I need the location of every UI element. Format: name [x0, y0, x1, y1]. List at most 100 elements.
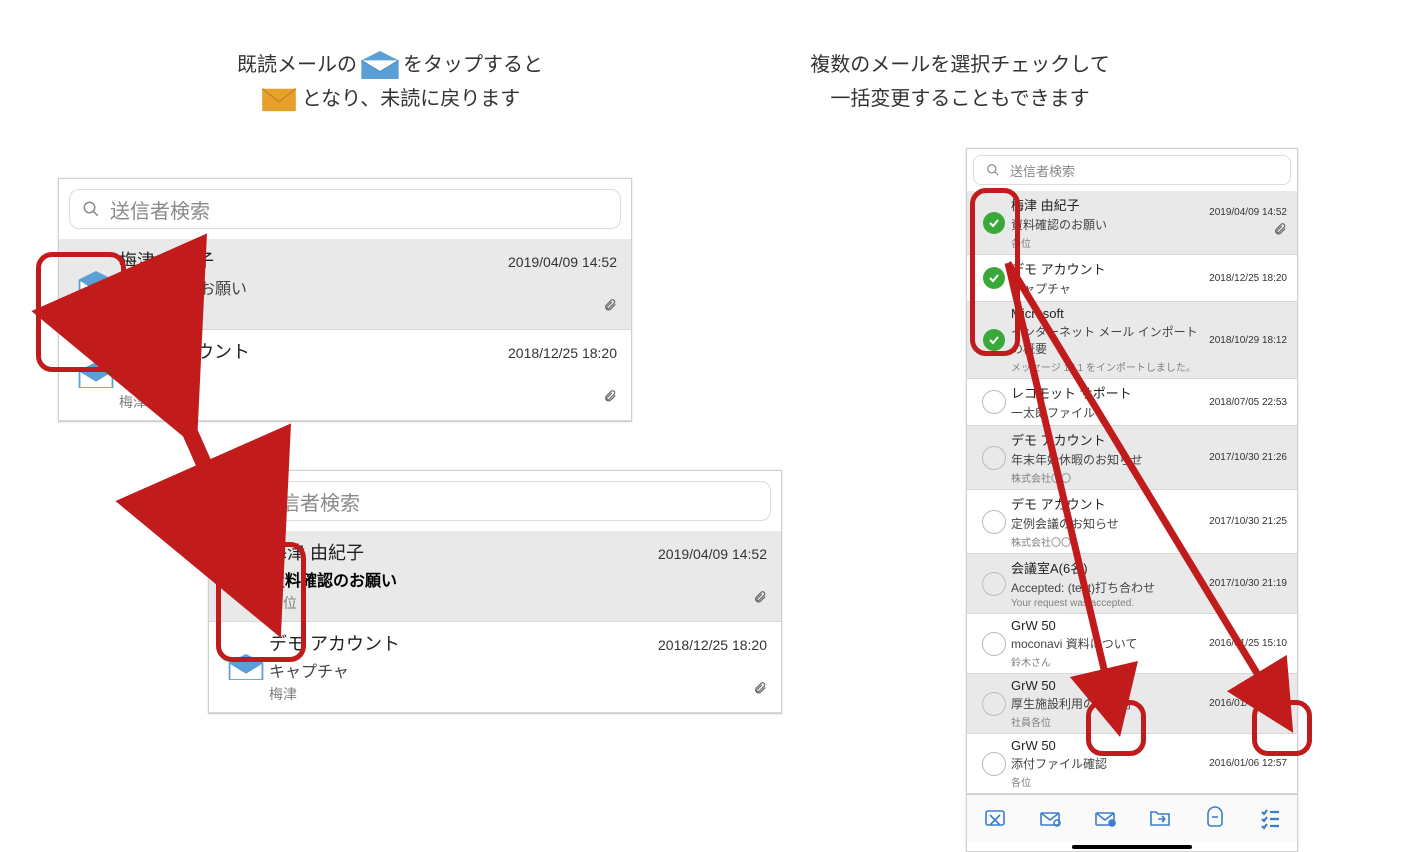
mail-row[interactable]: 梅津 由紀子 資料確認のお願い 各位 2019/04/09 14:52 — [209, 531, 781, 622]
mail-date: 2019/04/09 14:52 — [658, 546, 767, 562]
mail-sender: GrW 50 — [1011, 738, 1209, 753]
unchecked-icon[interactable] — [982, 692, 1006, 716]
mail-sender: 会議室A(6名) — [1011, 558, 1209, 577]
mail-meta: 梅津 由紀子 資料確認のお願い 各位 — [1011, 195, 1209, 250]
mail-sender: 梅津 由紀子 — [119, 247, 508, 273]
mail-subject: キャプチャ — [269, 658, 658, 682]
search-placeholder: 送信者検索 — [110, 195, 210, 224]
mail-right: 2018/12/25 18:20 — [1209, 273, 1287, 284]
mail-sender: 梅津 由紀子 — [1011, 195, 1209, 214]
mail-row[interactable]: デモ アカウント キャプチャ 梅津 2018/12/25 18:20 — [59, 330, 631, 421]
mail-date: 2017/10/30 21:25 — [1209, 516, 1287, 527]
home-indicator — [1072, 845, 1192, 849]
select-toggle[interactable] — [977, 446, 1011, 470]
mark-unread-icon[interactable] — [1093, 806, 1117, 830]
select-toggle[interactable] — [977, 510, 1011, 534]
mail-preview: 株式会社〇〇 — [1011, 534, 1209, 549]
mail-status-icon[interactable] — [223, 563, 269, 589]
unchecked-icon[interactable] — [982, 572, 1006, 596]
select-toggle[interactable] — [977, 752, 1011, 776]
delete-icon[interactable] — [983, 806, 1007, 830]
search-icon — [82, 200, 100, 218]
mail-row[interactable]: デモ アカウント キャプチャ 2018/12/25 18:20 — [967, 255, 1297, 302]
check-icon[interactable] — [983, 267, 1005, 289]
search-input[interactable]: 送信者検索 — [973, 155, 1291, 185]
mail-subject: 厚生施設利用のご案内 — [1011, 695, 1209, 712]
mail-row[interactable]: 会議室A(6名) Accepted: (test)打ち合わせ Your requ… — [967, 554, 1297, 614]
mail-right: 2018/12/25 18:20 — [508, 345, 617, 406]
mail-preview: 各位 — [1011, 774, 1209, 789]
unchecked-icon[interactable] — [982, 510, 1006, 534]
mail-sender: レコモット サポート — [1011, 383, 1209, 402]
search-placeholder: 送信者検索 — [1010, 161, 1075, 180]
mail-status-icon[interactable] — [73, 271, 119, 297]
mail-right: 2017/10/30 21:26 — [1209, 452, 1287, 463]
select-toggle[interactable] — [977, 267, 1011, 289]
search-icon — [986, 163, 1000, 177]
check-icon[interactable] — [983, 329, 1005, 351]
mail-row[interactable]: GrW 50 厚生施設利用のご案内 社員各位 2016/01/06 14:59 — [967, 674, 1297, 734]
unchecked-icon[interactable] — [982, 446, 1006, 470]
mail-subject: moconavi 資料について — [1011, 635, 1209, 652]
mail-meta: 会議室A(6名) Accepted: (test)打ち合わせ Your requ… — [1011, 558, 1209, 609]
mail-right: 2018/10/29 18:12 — [1209, 335, 1287, 346]
mail-row[interactable]: 梅津 由紀子 資料確認のお願い 各位 2019/04/09 14:52 — [59, 239, 631, 330]
search-input[interactable]: 送信者検索 — [219, 481, 771, 521]
mail-row[interactable]: レコモット サポート 一太郎ファイル 2018/07/05 22:53 — [967, 379, 1297, 426]
mail-date: 2019/04/09 14:52 — [508, 254, 617, 270]
caption-right-line1: 複数のメールを選択チェックして — [680, 48, 1240, 82]
mail-date: 2016/01/25 15:10 — [1209, 638, 1287, 649]
archive-icon[interactable] — [1203, 806, 1227, 830]
mail-right: 2018/12/25 18:20 — [658, 637, 767, 698]
mail-row[interactable]: Microsoft インターネット メール インポートの概要 メッセージ 1 /… — [967, 302, 1297, 379]
mail-subject: インターネット メール インポートの概要 — [1011, 323, 1209, 357]
mail-right: 2018/07/05 22:53 — [1209, 397, 1287, 408]
mail-row[interactable]: デモ アカウント 定例会議のお知らせ 株式会社〇〇 2017/10/30 21:… — [967, 490, 1297, 554]
mail-sender: デモ アカウント — [1011, 430, 1209, 449]
select-toggle[interactable] — [977, 632, 1011, 656]
mail-meta: レコモット サポート 一太郎ファイル — [1011, 383, 1209, 421]
mail-status-icon[interactable] — [223, 654, 269, 680]
mail-date: 2016/01/06 14:59 — [1209, 698, 1287, 709]
mail-meta: 梅津 由紀子 資料確認のお願い 各位 — [269, 539, 658, 613]
unread-envelope-icon — [260, 85, 298, 113]
mail-right: 2019/04/09 14:52 — [658, 546, 767, 607]
mail-meta: デモ アカウント キャプチャ 梅津 — [269, 630, 658, 704]
caption-left: 既読メールの をタップすると となり、未読に戻ります — [110, 48, 670, 116]
unchecked-icon[interactable] — [982, 752, 1006, 776]
mail-meta: GrW 50 moconavi 資料について 鈴木さん — [1011, 618, 1209, 669]
mail-subject: キャプチャ — [119, 366, 508, 390]
mail-row[interactable]: デモ アカウント 年末年始休暇のお知らせ 株式会社〇〇 2017/10/30 2… — [967, 426, 1297, 490]
mail-row[interactable]: GrW 50 添付ファイル確認 各位 2016/01/06 12:57 — [967, 734, 1297, 794]
select-toggle[interactable] — [977, 390, 1011, 414]
mail-row[interactable]: デモ アカウント キャプチャ 梅津 2018/12/25 18:20 — [209, 622, 781, 713]
mark-read-icon[interactable] — [1038, 806, 1062, 830]
search-input[interactable]: 送信者検索 — [69, 189, 621, 229]
select-toggle[interactable] — [977, 692, 1011, 716]
mail-subject: 一太郎ファイル — [1011, 404, 1209, 421]
select-toggle[interactable] — [977, 329, 1011, 351]
mail-sender: GrW 50 — [1011, 678, 1209, 693]
caption-left-part3: となり、未読に戻ります — [302, 82, 521, 116]
mail-preview: 各位 — [1011, 235, 1209, 250]
mail-date: 2017/10/30 21:26 — [1209, 452, 1287, 463]
select-toggle[interactable] — [977, 212, 1011, 234]
move-folder-icon[interactable] — [1148, 806, 1172, 830]
mail-preview: 各位 — [119, 301, 508, 321]
mail-right: 2019/04/09 14:52 — [1209, 207, 1287, 239]
select-toggle[interactable] — [977, 572, 1011, 596]
check-icon[interactable] — [983, 212, 1005, 234]
search-icon — [232, 492, 250, 510]
mail-subject: 添付ファイル確認 — [1011, 755, 1209, 772]
mail-right: 2017/10/30 21:25 — [1209, 516, 1287, 527]
unchecked-icon[interactable] — [982, 632, 1006, 656]
mail-subject: 資料確認のお願い — [119, 275, 508, 299]
mail-row[interactable]: GrW 50 moconavi 資料について 鈴木さん 2016/01/25 1… — [967, 614, 1297, 674]
mail-row[interactable]: 梅津 由紀子 資料確認のお願い 各位 2019/04/09 14:52 — [967, 191, 1297, 255]
search-placeholder: 送信者検索 — [260, 487, 360, 516]
mail-preview: 鈴木さん — [1011, 654, 1209, 669]
mail-status-icon[interactable] — [73, 362, 119, 388]
list-icon[interactable] — [1258, 806, 1282, 830]
mail-date: 2018/07/05 22:53 — [1209, 397, 1287, 408]
unchecked-icon[interactable] — [982, 390, 1006, 414]
